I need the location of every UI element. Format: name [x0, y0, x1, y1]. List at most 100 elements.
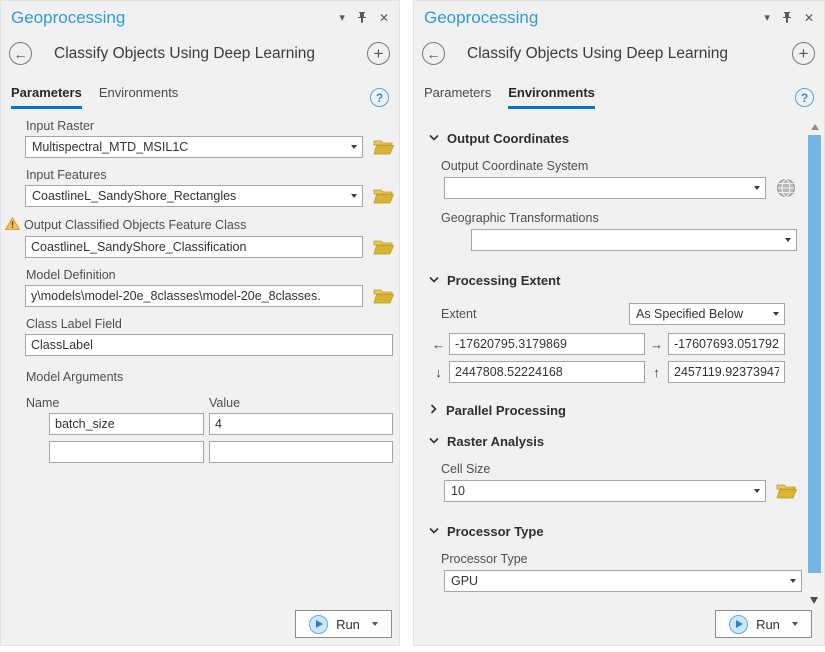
geoprocessing-pane-environments: Geoprocessing ▾ ✕ ← Classify Objects Usi… [413, 0, 825, 646]
extent-ymax-input[interactable] [668, 361, 785, 383]
processor-type-label: Processor Type [441, 552, 809, 566]
scrollbar[interactable] [807, 120, 822, 608]
dropdown-caret-icon[interactable] [754, 186, 760, 190]
model-definition-browse-button[interactable] [372, 287, 395, 305]
output-classified-input[interactable] [25, 236, 363, 258]
model-definition-label: Model Definition [26, 268, 399, 282]
tab-environments[interactable]: Environments [508, 85, 595, 109]
pin-icon[interactable] [357, 11, 367, 26]
close-icon[interactable]: ✕ [804, 12, 814, 24]
run-button[interactable]: Run [715, 610, 812, 638]
input-raster-label: Input Raster [26, 119, 399, 133]
chevron-down-icon [429, 129, 439, 147]
output-coordinate-system-label: Output Coordinate System [441, 159, 809, 173]
pane-title: Geoprocessing [424, 8, 538, 28]
environments-form: Output Coordinates Output Coordinate Sys… [414, 119, 809, 603]
pane-title: Geoprocessing [11, 8, 125, 28]
scroll-down-icon[interactable] [810, 597, 818, 604]
pin-icon[interactable] [782, 11, 792, 26]
help-icon[interactable]: ? [370, 88, 389, 107]
chevron-right-icon [429, 401, 438, 419]
tab-environments[interactable]: Environments [99, 85, 178, 109]
play-icon [729, 615, 748, 634]
input-features-browse-button[interactable] [372, 187, 395, 205]
run-options-caret-icon[interactable] [372, 622, 378, 626]
model-definition-input[interactable] [25, 285, 363, 307]
dropdown-caret-icon[interactable] [351, 194, 357, 198]
model-argument-row [49, 413, 399, 435]
globe-icon[interactable] [775, 177, 797, 199]
run-label: Run [756, 617, 780, 632]
argument-name-input[interactable] [49, 413, 204, 435]
section-parallel-processing[interactable]: Parallel Processing [429, 401, 809, 419]
scrollbar-thumb[interactable] [808, 135, 821, 573]
processor-type-value: GPU [451, 574, 478, 588]
input-features-label: Input Features [26, 168, 399, 182]
extent-north-icon: ↑ [648, 365, 665, 380]
extent-mode-combo[interactable]: As Specified Below [629, 303, 785, 325]
collapse-icon[interactable]: ▾ [764, 13, 770, 24]
run-button[interactable]: Run [295, 610, 392, 638]
class-label-field-input[interactable] [25, 334, 393, 356]
class-label-field-label: Class Label Field [26, 317, 399, 331]
back-button[interactable]: ← [9, 42, 32, 65]
geographic-transformations-combo[interactable] [471, 229, 797, 251]
chevron-down-icon [429, 271, 439, 289]
geoprocessing-pane-parameters: Geoprocessing ▾ ✕ ← Classify Objects Usi… [0, 0, 400, 646]
scroll-up-icon[interactable] [807, 120, 822, 134]
extent-xmax-input[interactable] [668, 333, 785, 355]
cell-size-combo[interactable]: 10 [444, 480, 766, 502]
collapse-icon[interactable]: ▾ [339, 13, 345, 24]
tool-title: Classify Objects Using Deep Learning [467, 45, 792, 63]
section-processor-type[interactable]: Processor Type [429, 522, 809, 540]
cell-size-value: 10 [451, 484, 465, 498]
extent-mode-value: As Specified Below [636, 307, 743, 321]
dropdown-caret-icon[interactable] [790, 579, 796, 583]
tab-parameters[interactable]: Parameters [424, 85, 491, 109]
run-label: Run [336, 617, 360, 632]
cell-size-browse-button[interactable] [775, 482, 798, 500]
input-features-combo[interactable]: CoastlineL_SandyShore_Rectangles [25, 185, 363, 207]
input-raster-browse-button[interactable] [372, 138, 395, 156]
extent-xmin-input[interactable] [449, 333, 645, 355]
model-argument-row [49, 441, 399, 463]
extent-west-icon: ← [431, 337, 446, 352]
argument-value-input[interactable] [209, 441, 393, 463]
back-button[interactable]: ← [422, 42, 445, 65]
extent-east-icon: → [648, 337, 665, 352]
run-options-caret-icon[interactable] [792, 622, 798, 626]
close-icon[interactable]: ✕ [379, 12, 389, 24]
tool-toolbar: ← Classify Objects Using Deep Learning + [414, 30, 824, 65]
section-output-coordinates[interactable]: Output Coordinates [429, 129, 809, 147]
geographic-transformations-label: Geographic Transformations [441, 211, 809, 225]
output-classified-browse-button[interactable] [372, 238, 395, 256]
add-to-model-button[interactable]: + [367, 42, 390, 65]
input-raster-combo[interactable]: Multispectral_MTD_MSIL1C [25, 136, 363, 158]
dropdown-caret-icon[interactable] [754, 489, 760, 493]
extent-south-icon: ↓ [431, 365, 446, 380]
cell-size-label: Cell Size [441, 462, 809, 476]
dropdown-caret-icon[interactable] [773, 312, 779, 316]
section-raster-analysis[interactable]: Raster Analysis [429, 432, 809, 450]
model-arguments-name-header: Name [26, 396, 209, 410]
output-coordinate-system-combo[interactable] [444, 177, 766, 199]
model-arguments-value-header: Value [209, 396, 240, 410]
argument-name-input[interactable] [49, 441, 204, 463]
extent-ymin-input[interactable] [449, 361, 645, 383]
output-classified-label: Output Classified Objects Feature Class [24, 218, 246, 232]
chevron-down-icon [429, 432, 439, 450]
dropdown-caret-icon[interactable] [785, 238, 791, 242]
model-arguments-label: Model Arguments [26, 370, 399, 384]
input-features-value: CoastlineL_SandyShore_Rectangles [32, 189, 236, 203]
tool-title: Classify Objects Using Deep Learning [54, 45, 367, 63]
argument-value-input[interactable] [209, 413, 393, 435]
extent-label: Extent [441, 307, 476, 321]
section-processing-extent[interactable]: Processing Extent [429, 271, 809, 289]
warning-icon [5, 217, 20, 233]
help-icon[interactable]: ? [795, 88, 814, 107]
dropdown-caret-icon[interactable] [351, 145, 357, 149]
chevron-down-icon [429, 522, 439, 540]
processor-type-combo[interactable]: GPU [444, 570, 802, 592]
tab-parameters[interactable]: Parameters [11, 85, 82, 109]
add-to-model-button[interactable]: + [792, 42, 815, 65]
